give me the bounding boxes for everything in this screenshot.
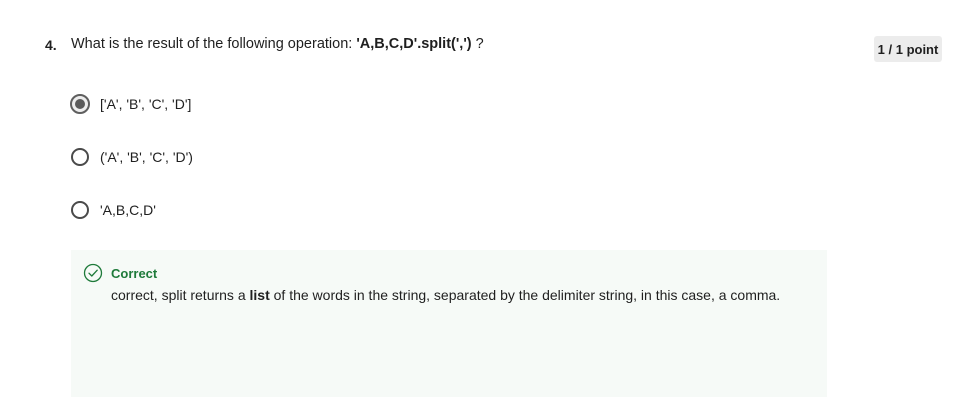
quiz-question-card: 4. What is the result of the following o… [0, 0, 979, 407]
question-code: 'A,B,C,D'.split(',') [356, 36, 472, 52]
feedback-panel: Correct correct, split returns a list of… [71, 250, 827, 397]
question-number: 4. [45, 37, 57, 53]
feedback-text-before: correct, split returns a [111, 287, 250, 303]
check-circle-icon [83, 263, 103, 283]
feedback-text-bold: list [249, 287, 270, 303]
answer-option-1[interactable]: ['A', 'B', 'C', 'D'] [70, 93, 191, 115]
feedback-text-after: of the words in the string, separated by… [269, 287, 781, 303]
answer-option-2[interactable]: ('A', 'B', 'C', 'D') [71, 146, 193, 168]
radio-unselected-icon[interactable] [71, 148, 89, 166]
question-text-prefix: What is the result of the following oper… [71, 36, 357, 52]
answer-option-3[interactable]: 'A,B,C,D' [71, 199, 156, 221]
radio-unselected-icon[interactable] [71, 201, 89, 219]
points-badge: 1 / 1 point [874, 36, 942, 62]
question-text-suffix: ? [471, 36, 484, 52]
answer-option-label: ('A', 'B', 'C', 'D') [100, 149, 193, 165]
feedback-explanation: correct, split returns a list of the wor… [111, 285, 791, 306]
radio-selected-icon[interactable] [70, 94, 90, 114]
answer-option-label: ['A', 'B', 'C', 'D'] [100, 96, 192, 112]
answer-option-label: 'A,B,C,D' [100, 202, 156, 218]
question-text: What is the result of the following oper… [71, 36, 484, 52]
feedback-status: Correct [111, 266, 158, 281]
